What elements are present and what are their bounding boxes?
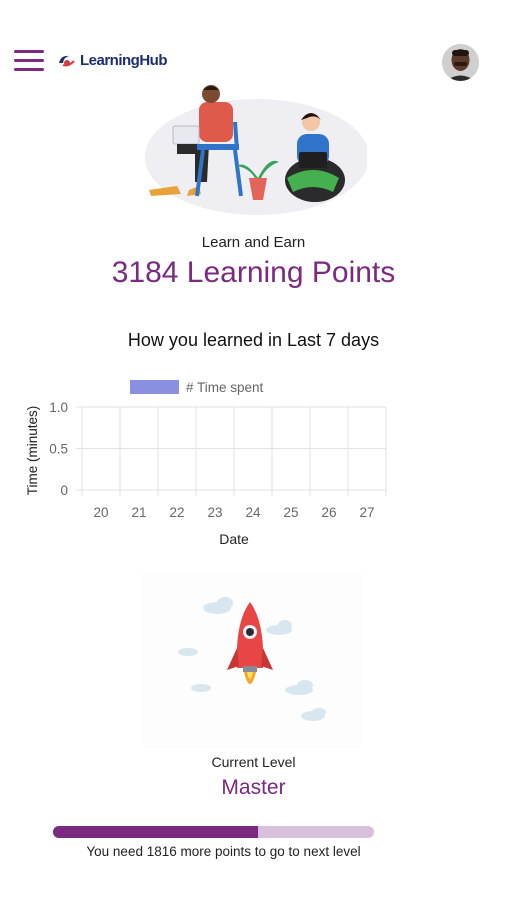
logo[interactable]: LearningHub [56, 52, 168, 69]
x-tick-label: 27 [359, 505, 374, 520]
x-tick-label: 20 [93, 505, 108, 520]
y-tick-label: 0 [60, 483, 68, 498]
y-tick-label: 0.5 [49, 442, 68, 457]
y-tick-label: 1.0 [49, 400, 68, 415]
x-axis-label: Date [219, 531, 249, 547]
current-level-name: Master [221, 776, 286, 799]
level-progress-fill [53, 826, 259, 838]
x-tick-label: 24 [245, 505, 261, 520]
x-tick-label: 23 [207, 505, 222, 520]
x-tick-label: 25 [283, 505, 298, 520]
x-tick-label: 21 [131, 505, 146, 520]
logo-mark-icon [59, 55, 75, 66]
learning-points-total: 3184 Learning Points [111, 256, 396, 289]
chart-svg: # Time spent 0 0.5 1.0 20 21 22 23 24 25 26 27 Date T… [25, 380, 387, 547]
legend-swatch [130, 380, 179, 394]
rocket-illustration [143, 570, 361, 748]
logo-text: LearningHub [80, 52, 168, 69]
current-level-label: Current Level [211, 754, 296, 770]
learn-and-earn-label: Learn and Earn [201, 234, 306, 251]
legend-label: # Time spent [186, 380, 264, 395]
user-avatar[interactable] [442, 44, 479, 81]
points-to-next-level: You need 1816 more points to go to next … [86, 844, 361, 859]
chart-title: How you learned in Last 7 days [127, 330, 380, 350]
y-axis-label: Time (minutes) [25, 406, 40, 496]
x-tick-label: 22 [169, 505, 184, 520]
time-spent-chart: # Time spent 0 0.5 1.0 20 21 22 23 24 25 26 27 Date T… [0, 370, 507, 560]
x-tick-label: 26 [321, 505, 336, 520]
hamburger-menu-icon[interactable] [14, 50, 44, 72]
level-progress-bar [53, 826, 374, 838]
hero-illustration [137, 82, 369, 222]
